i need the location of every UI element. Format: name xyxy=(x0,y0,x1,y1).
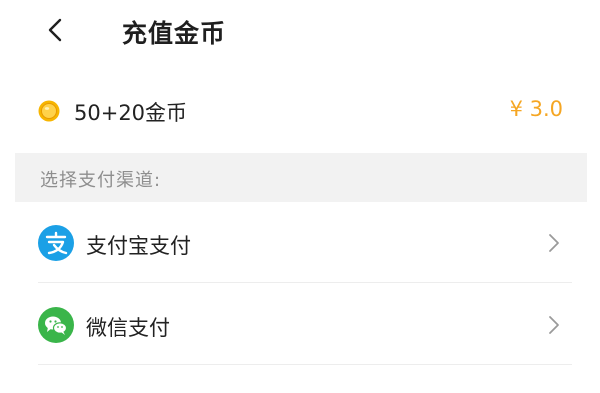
product-row: 50+20金币 ¥ 3.0 xyxy=(0,84,600,138)
page-title: 充值金币 xyxy=(122,19,227,48)
alipay-label: 支付宝支付 xyxy=(86,234,191,258)
wechat-icon xyxy=(38,307,74,343)
product-price: ¥ 3.0 xyxy=(509,97,563,121)
wechat-pay-label: 微信支付 xyxy=(86,316,170,340)
payment-section-label: 选择支付渠道: xyxy=(40,170,162,191)
wechat-pay-option[interactable]: 微信支付 xyxy=(0,285,600,365)
header-bar: 充值金币 xyxy=(0,0,600,62)
coin-icon xyxy=(38,100,60,122)
back-button[interactable] xyxy=(36,10,76,50)
product-name: 50+20金币 xyxy=(74,101,188,125)
divider xyxy=(38,364,572,365)
alipay-icon xyxy=(38,225,74,261)
chevron-right-icon xyxy=(549,316,559,334)
alipay-option[interactable]: 支付宝支付 xyxy=(0,203,600,283)
chevron-right-icon xyxy=(549,234,559,252)
divider xyxy=(38,282,572,283)
payment-section-header: 选择支付渠道: xyxy=(15,153,587,202)
chevron-left-icon xyxy=(48,18,62,42)
